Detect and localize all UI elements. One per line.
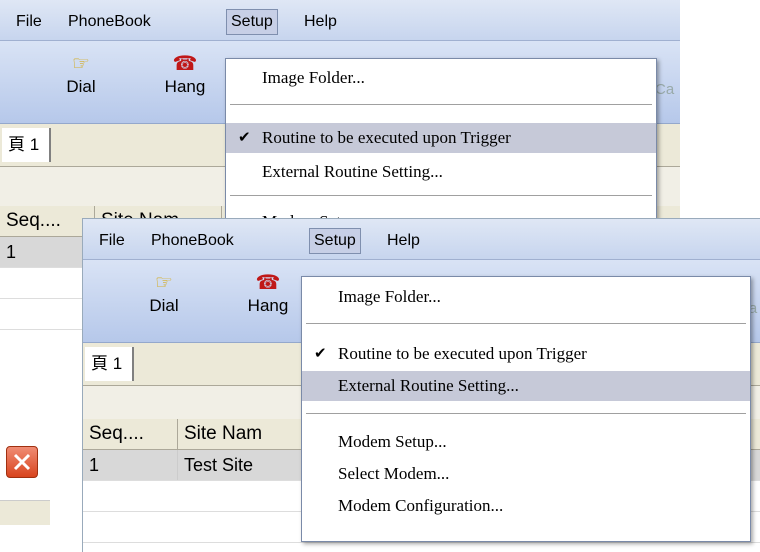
column-site-name[interactable]: Site Nam bbox=[178, 419, 305, 449]
dial-button[interactable]: ☞ Dial bbox=[46, 51, 116, 97]
hand-pointer-icon: ☞ bbox=[72, 53, 90, 75]
tab-page-1[interactable]: 頁 1 bbox=[85, 347, 135, 381]
hang-button[interactable]: ☎ Hang bbox=[233, 270, 303, 316]
menu-item-external-routine[interactable]: External Routine Setting... bbox=[302, 371, 750, 401]
menu-help[interactable]: Help bbox=[383, 229, 424, 253]
menu-separator bbox=[306, 413, 746, 415]
back-menubar: File PhoneBook Setup Help bbox=[0, 0, 680, 41]
column-seq[interactable]: Seq.... bbox=[83, 419, 178, 449]
menu-phonebook[interactable]: PhoneBook bbox=[147, 229, 238, 253]
menu-item-image-folder[interactable]: Image Folder... bbox=[302, 282, 750, 312]
dial-button[interactable]: ☞ Dial bbox=[129, 270, 199, 316]
status-strip bbox=[0, 500, 50, 525]
menu-file[interactable]: File bbox=[95, 229, 129, 253]
hang-label: Hang bbox=[247, 296, 289, 315]
menu-item-image-folder[interactable]: Image Folder... bbox=[226, 63, 656, 93]
hand-pointer-icon: ☞ bbox=[155, 272, 173, 294]
menu-setup[interactable]: Setup bbox=[226, 9, 278, 35]
front-menubar: File PhoneBook Setup Help bbox=[83, 219, 760, 260]
menu-item-external-routine[interactable]: External Routine Setting... bbox=[226, 157, 656, 187]
menu-help[interactable]: Help bbox=[300, 10, 341, 34]
telephone-icon: ☎ bbox=[172, 53, 198, 75]
menu-file[interactable]: File bbox=[12, 10, 46, 34]
back-setup-menu: Image Folder... ✔ Routine to be executed… bbox=[225, 58, 657, 235]
menu-item-routine-trigger[interactable]: ✔ Routine to be executed upon Trigger bbox=[302, 339, 750, 369]
front-setup-menu: Image Folder... ✔ Routine to be executed… bbox=[301, 276, 751, 542]
menu-item-modem-configuration[interactable]: Modem Configuration... bbox=[302, 491, 750, 521]
menu-separator bbox=[306, 323, 746, 325]
telephone-icon: ☎ bbox=[255, 272, 281, 294]
menu-setup[interactable]: Setup bbox=[309, 228, 361, 254]
tab-page-1[interactable]: 頁 1 bbox=[2, 128, 52, 162]
menu-separator bbox=[230, 104, 652, 106]
menu-item-modem-setup[interactable]: Modem Setup... bbox=[302, 427, 750, 457]
menu-separator bbox=[230, 195, 652, 197]
menu-item-routine-trigger[interactable]: ✔ Routine to be executed upon Trigger bbox=[226, 123, 656, 153]
menu-item-select-modem[interactable]: Select Modem... bbox=[302, 459, 750, 489]
menu-phonebook[interactable]: PhoneBook bbox=[64, 10, 155, 34]
dial-label: Dial bbox=[66, 77, 96, 96]
row-seq: 1 bbox=[0, 237, 95, 267]
close-icon bbox=[13, 453, 31, 471]
front-window: File PhoneBook Setup Help ☞ Dial ☎ Hang … bbox=[82, 218, 760, 552]
hang-button[interactable]: ☎ Hang bbox=[150, 51, 220, 97]
checkmark-icon: ✔ bbox=[314, 346, 327, 362]
checkmark-icon: ✔ bbox=[238, 130, 251, 146]
column-seq[interactable]: Seq.... bbox=[0, 206, 95, 236]
row-seq: 1 bbox=[83, 450, 178, 480]
cut-label: Ca bbox=[655, 81, 675, 98]
hang-label: Hang bbox=[164, 77, 206, 96]
close-button[interactable] bbox=[6, 446, 38, 478]
row-site-name: Test Site bbox=[178, 450, 305, 480]
dial-label: Dial bbox=[149, 296, 179, 315]
